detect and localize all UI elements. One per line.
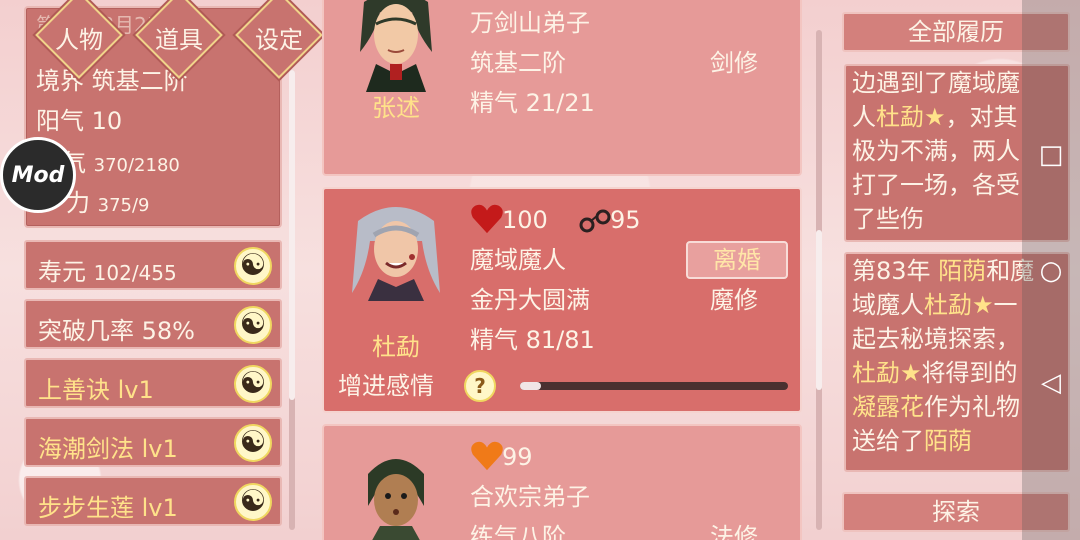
character-menu-label[interactable]: 人物 [34, 20, 124, 55]
stamina-value: 375/9 [97, 195, 150, 216]
lifespan-label: 寿元 102/455 [38, 258, 177, 286]
companion-card[interactable]: 99 合欢宗弟子 练气八阶 法修 [322, 424, 802, 540]
mod-button[interactable]: Mod [0, 137, 76, 213]
left-scrollbar-thumb[interactable] [289, 70, 295, 400]
recent-apps-icon[interactable]: □ [1022, 140, 1080, 170]
companion-faction: 合欢宗弟子 [470, 483, 590, 511]
realm-row: 境界 筑基二阶 [36, 68, 188, 94]
back-icon[interactable]: ◁ [1022, 368, 1080, 398]
affection-value: 99 [502, 443, 533, 471]
spouse-realm: 金丹大圆满 [470, 286, 590, 314]
restraint-value: 95 [610, 206, 641, 234]
avatar [360, 0, 432, 92]
middle-scrollbar-thumb[interactable] [816, 230, 822, 390]
yin-yang-icon[interactable]: ☯ [234, 306, 272, 344]
companion-realm: 练气八阶 [470, 523, 566, 540]
yang-value: 10 [91, 107, 123, 135]
spouse-card[interactable]: 杜勐 100 95 魔域魔人 离婚 金丹大圆满 魔修 精气 81/81 增进感情… [322, 187, 802, 413]
avatar [352, 207, 440, 301]
skill-label: 上善诀 lv1 [38, 376, 154, 404]
yin-yang-icon[interactable]: ☯ [234, 247, 272, 285]
companion-name: 张述 [372, 94, 420, 122]
companion-faction: 万剑山弟子 [470, 9, 590, 37]
yang-row: 阳气 10 [36, 108, 122, 134]
skill-label: 海潮剑法 lv1 [38, 435, 178, 463]
handcuffs-icon [579, 209, 611, 233]
improve-progress-fill [520, 382, 542, 390]
lifespan-row[interactable]: 寿元 102/455 ☯ [24, 240, 282, 290]
middle-scrollbar[interactable] [816, 30, 822, 530]
breakthrough-label: 突破几率 58% [38, 317, 195, 345]
improve-relationship-label: 增进感情 [338, 372, 434, 400]
yin-yang-icon[interactable]: ☯ [234, 483, 272, 521]
spouse-essence: 精气 81/81 [470, 326, 595, 354]
improve-progress-bar [520, 382, 788, 390]
settings-menu-label[interactable]: 设定 [234, 20, 324, 55]
qi-value: 370/2180 [93, 155, 180, 176]
stamina-row: 力 375/9 [66, 190, 150, 216]
heart-icon [471, 204, 503, 234]
companion-essence: 精气 21/21 [470, 89, 595, 117]
system-nav-bar: □ ○ ◁ [1022, 0, 1080, 540]
yang-label: 阳气 [36, 107, 84, 135]
companion-realm: 筑基二阶 [470, 49, 566, 77]
affection-value: 100 [502, 206, 548, 234]
left-scrollbar[interactable] [289, 70, 295, 530]
heart-icon [471, 441, 503, 471]
home-icon[interactable]: ○ [1022, 256, 1080, 286]
spouse-path: 魔修 [710, 286, 758, 314]
divorce-button[interactable]: 离婚 [686, 241, 788, 279]
spouse-name: 杜勐 [372, 333, 420, 361]
companion-path: 法修 [710, 523, 758, 540]
skill-row[interactable]: 海潮剑法 lv1 ☯ [24, 417, 282, 467]
qi-row: 气 370/2180 [62, 150, 180, 176]
yin-yang-icon[interactable]: ☯ [234, 365, 272, 403]
yin-yang-icon[interactable]: ☯ [234, 424, 272, 462]
companion-path: 剑修 [710, 49, 758, 77]
companion-card[interactable]: 张述 万剑山弟子 筑基二阶 剑修 精气 21/21 [322, 0, 802, 176]
items-menu-label[interactable]: 道具 [134, 20, 224, 55]
skill-row[interactable]: 上善诀 lv1 ☯ [24, 358, 282, 408]
skill-label: 步步生莲 lv1 [38, 494, 178, 522]
breakthrough-row[interactable]: 突破几率 58% ☯ [24, 299, 282, 349]
avatar [368, 459, 424, 540]
help-icon[interactable]: ? [464, 370, 496, 402]
spouse-faction: 魔域魔人 [470, 246, 566, 274]
skill-row[interactable]: 步步生莲 lv1 ☯ [24, 476, 282, 526]
